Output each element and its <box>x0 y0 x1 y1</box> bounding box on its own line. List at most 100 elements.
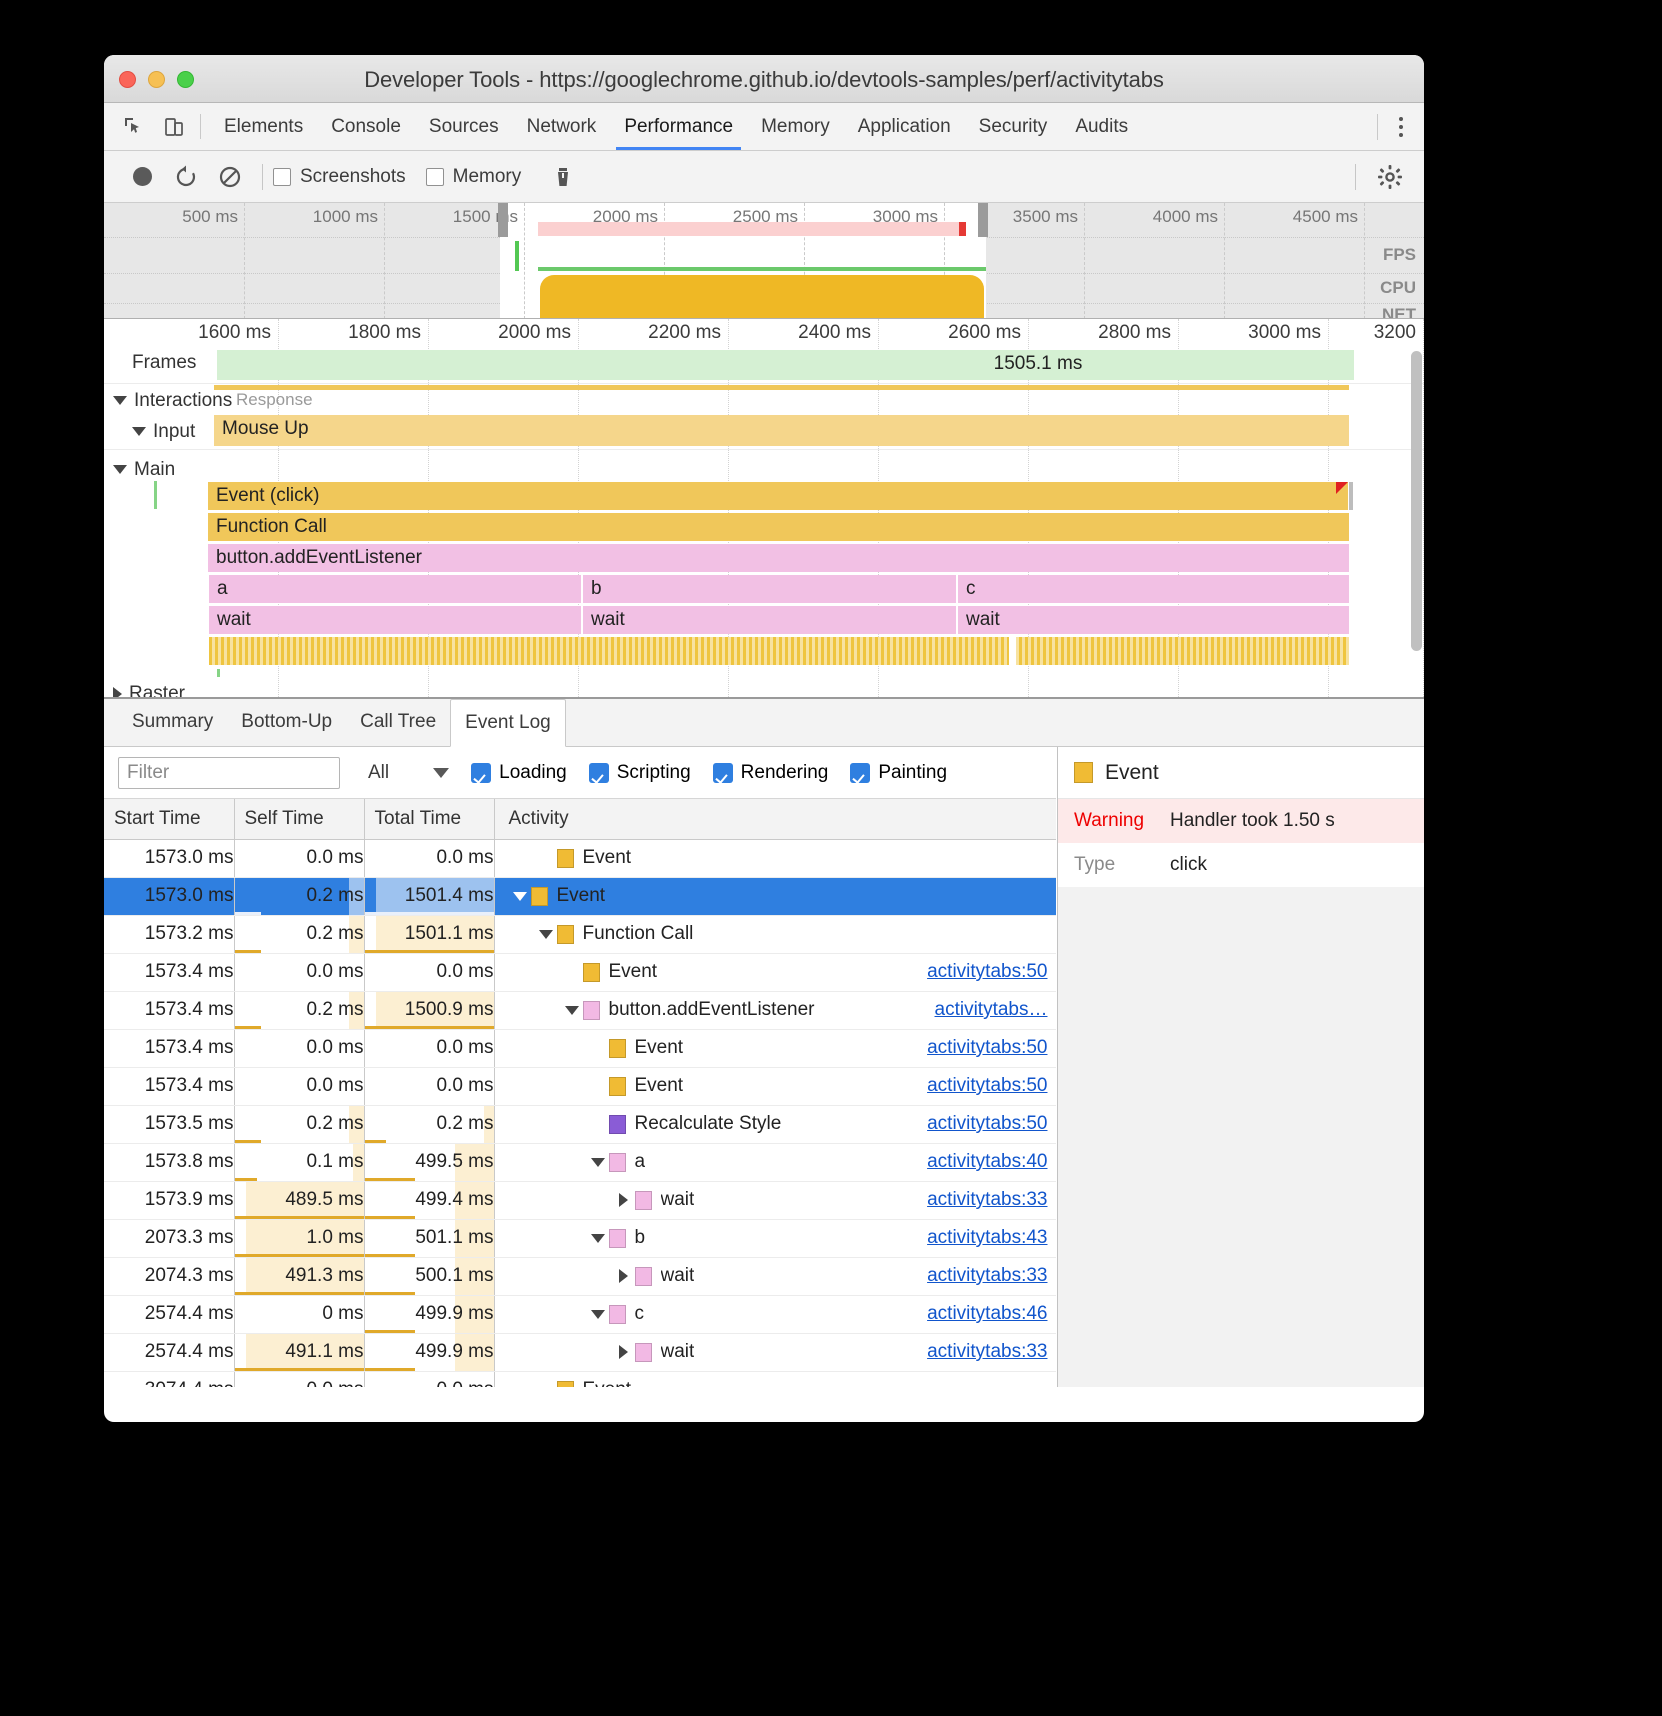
table-row[interactable]: 1573.4 ms0.0 ms0.0 msEventactivitytabs:5… <box>104 1029 1056 1067</box>
duration-filter-select[interactable]: All <box>368 762 449 784</box>
main-bar-add-event-listener[interactable]: button.addEventListener <box>208 544 1349 572</box>
source-link[interactable]: activitytabs:50 <box>927 961 1047 983</box>
screenshots-checkbox[interactable]: Screenshots <box>273 166 406 188</box>
overview-left-handle[interactable] <box>498 203 508 237</box>
chevron-down-icon[interactable] <box>561 1006 583 1015</box>
interactions-response-bar[interactable] <box>214 385 1349 390</box>
main-bar-function-call[interactable]: Function Call <box>208 513 1349 541</box>
main-bar-wait-1[interactable]: wait <box>209 606 581 634</box>
category-scripting-checkbox[interactable]: Scripting <box>589 762 691 784</box>
source-link[interactable]: activitytabs:33 <box>927 1341 1047 1363</box>
table-row[interactable]: 1573.5 ms0.2 ms0.2 msRecalculate Styleac… <box>104 1105 1056 1143</box>
tab-call-tree[interactable]: Call Tree <box>346 698 450 746</box>
column-header-start-time[interactable]: Start Time <box>104 799 234 839</box>
tab-application[interactable]: Application <box>844 103 965 150</box>
inspect-element-icon[interactable] <box>114 103 154 150</box>
details-value: Handler took 1.50 s <box>1170 810 1335 832</box>
frame-bar[interactable]: 1505.1 ms <box>217 350 1354 380</box>
table-row[interactable]: 1573.4 ms0.2 ms1500.9 msbutton.addEventL… <box>104 991 1056 1029</box>
chevron-down-icon[interactable] <box>509 892 531 901</box>
chevron-down-icon[interactable] <box>587 1234 609 1243</box>
collect-garbage-icon[interactable] <box>541 155 585 199</box>
chevron-down-icon[interactable] <box>535 930 557 939</box>
table-row[interactable]: 1573.4 ms0.0 ms0.0 msEventactivitytabs:5… <box>104 1067 1056 1105</box>
track-label-main[interactable]: Main <box>113 459 175 481</box>
source-link[interactable]: activitytabs:50 <box>927 1075 1047 1097</box>
track-label-interactions[interactable]: Interactions <box>113 390 232 412</box>
chevron-right-icon[interactable] <box>613 1345 635 1359</box>
tab-performance[interactable]: Performance <box>610 103 747 150</box>
record-button[interactable] <box>120 155 164 199</box>
column-header-activity[interactable]: Activity <box>494 799 1056 839</box>
input-event-bar[interactable]: Mouse Up <box>214 415 1349 446</box>
activity-color-swatch <box>531 887 548 906</box>
tab-summary[interactable]: Summary <box>118 698 227 746</box>
main-bar-a[interactable]: a <box>209 575 581 603</box>
tab-event-log[interactable]: Event Log <box>450 699 566 747</box>
track-label-input[interactable]: Input <box>132 421 195 443</box>
overview-right-handle[interactable] <box>978 203 988 237</box>
category-rendering-checkbox[interactable]: Rendering <box>713 762 829 784</box>
tab-memory[interactable]: Memory <box>747 103 844 150</box>
table-row[interactable]: 1573.0 ms0.0 ms0.0 msEvent <box>104 839 1056 877</box>
timeline-overview[interactable]: 500 ms 1000 ms 1500 ms 2000 ms 2500 ms 3… <box>104 203 1424 319</box>
table-row[interactable]: 2574.4 ms491.1 ms499.9 mswaitactivitytab… <box>104 1333 1056 1371</box>
overview-tick: 4500 ms <box>1225 203 1365 319</box>
chevron-down-icon[interactable] <box>113 396 127 405</box>
table-row[interactable]: 3074.4 ms0.0 ms0.0 msEvent <box>104 1371 1056 1387</box>
main-bar-wait-2[interactable]: wait <box>583 606 956 634</box>
table-row[interactable]: 1573.9 ms489.5 ms499.4 mswaitactivitytab… <box>104 1181 1056 1219</box>
tab-audits[interactable]: Audits <box>1061 103 1142 150</box>
tab-sources[interactable]: Sources <box>415 103 513 150</box>
source-link[interactable]: activitytabs:40 <box>927 1151 1047 1173</box>
column-header-total-time[interactable]: Total Time <box>364 799 494 839</box>
table-row[interactable]: 2074.3 ms491.3 ms500.1 mswaitactivitytab… <box>104 1257 1056 1295</box>
main-bar-c[interactable]: c <box>958 575 1349 603</box>
table-row[interactable]: 1573.8 ms0.1 ms499.5 msaactivitytabs:40 <box>104 1143 1056 1181</box>
memory-checkbox[interactable]: Memory <box>426 166 522 188</box>
chevron-down-icon[interactable] <box>132 427 146 436</box>
clear-recording-button[interactable] <box>208 155 252 199</box>
capture-settings-gear-icon[interactable] <box>1368 155 1412 199</box>
chevron-down-icon[interactable] <box>587 1158 609 1167</box>
main-bar-event-click[interactable]: Event (click) <box>208 482 1348 510</box>
chevron-down-icon[interactable] <box>113 465 127 474</box>
details-drawer: Summary Bottom-Up Call Tree Event Log Al… <box>104 699 1424 1387</box>
filter-input[interactable] <box>118 757 340 789</box>
chevron-right-icon[interactable] <box>613 1269 635 1283</box>
main-bar-b[interactable]: b <box>583 575 956 603</box>
flame-chart[interactable]: 1600 ms 1800 ms 2000 ms 2200 ms 2400 ms … <box>104 319 1424 699</box>
source-link[interactable]: activitytabs:33 <box>927 1265 1047 1287</box>
table-row[interactable]: 2574.4 ms0 ms499.9 mscactivitytabs:46 <box>104 1295 1056 1333</box>
tab-console[interactable]: Console <box>317 103 415 150</box>
source-link[interactable]: activitytabs:33 <box>927 1189 1047 1211</box>
column-header-self-time[interactable]: Self Time <box>234 799 364 839</box>
table-row[interactable]: 1573.2 ms0.2 ms1501.1 msFunction Call <box>104 915 1056 953</box>
main-bar-wait-3[interactable]: wait <box>958 606 1349 634</box>
source-link[interactable]: activitytabs:43 <box>927 1227 1047 1249</box>
device-toolbar-icon[interactable] <box>154 103 194 150</box>
table-row[interactable]: 1573.0 ms0.2 ms1501.4 msEvent <box>104 877 1056 915</box>
chevron-right-icon[interactable] <box>613 1193 635 1207</box>
table-row[interactable]: 2073.3 ms1.0 ms501.1 msbactivitytabs:43 <box>104 1219 1056 1257</box>
tab-bottom-up[interactable]: Bottom-Up <box>227 698 346 746</box>
source-link[interactable]: activitytabs:50 <box>927 1113 1047 1135</box>
reload-and-record-button[interactable] <box>164 155 208 199</box>
more-options-icon[interactable] <box>1384 117 1418 137</box>
tab-security[interactable]: Security <box>965 103 1062 150</box>
track-label-raster[interactable]: Raster <box>113 683 185 699</box>
chevron-down-icon[interactable] <box>587 1310 609 1319</box>
source-link[interactable]: activitytabs:50 <box>927 1037 1047 1059</box>
source-link[interactable]: activitytabs:46 <box>927 1303 1047 1325</box>
activity-color-swatch <box>635 1343 652 1362</box>
source-link[interactable]: activitytabs… <box>935 999 1048 1021</box>
category-loading-checkbox[interactable]: Loading <box>471 762 567 784</box>
main-sampled-activity-band[interactable] <box>209 637 1349 665</box>
flame-chart-scrollbar[interactable] <box>1411 351 1422 651</box>
tab-elements[interactable]: Elements <box>210 103 317 150</box>
table-row[interactable]: 1573.4 ms0.0 ms0.0 msEventactivitytabs:5… <box>104 953 1056 991</box>
category-painting-checkbox[interactable]: Painting <box>850 762 947 784</box>
event-log-table-container[interactable]: Start Time Self Time Total Time Activity… <box>104 799 1056 1387</box>
tab-network[interactable]: Network <box>513 103 611 150</box>
chevron-down-icon[interactable] <box>433 768 449 778</box>
